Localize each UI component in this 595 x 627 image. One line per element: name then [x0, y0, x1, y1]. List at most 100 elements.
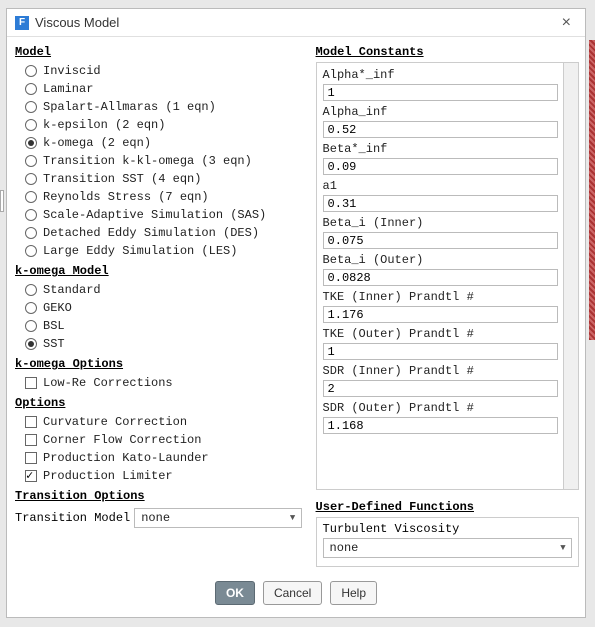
checkbox-icon [25, 470, 37, 482]
model-label: Laminar [43, 82, 93, 96]
model-label: k-omega (2 eqn) [43, 136, 151, 150]
model-label: Reynolds Stress (7 eqn) [43, 190, 209, 204]
model-option[interactable]: Transition k-kl-omega (3 eqn) [15, 152, 302, 170]
komega-model-label: BSL [43, 319, 65, 333]
option-option[interactable]: Production Limiter [15, 467, 302, 485]
constant-label: Alpha_inf [323, 104, 572, 120]
checkbox-icon [25, 434, 37, 446]
help-button[interactable]: Help [330, 581, 377, 605]
model-option[interactable]: Transition SST (4 eqn) [15, 170, 302, 188]
checkbox-icon [25, 416, 37, 428]
komega-model-option[interactable]: BSL [15, 317, 302, 335]
constant-input[interactable]: 1 [323, 343, 558, 360]
komega-model-option[interactable]: SST [15, 335, 302, 353]
model-label: Scale-Adaptive Simulation (SAS) [43, 208, 266, 222]
radio-icon [25, 284, 37, 296]
model-label: Spalart-Allmaras (1 eqn) [43, 100, 216, 114]
option-option[interactable]: Corner Flow Correction [15, 431, 302, 449]
constant-label: SDR (Inner) Prandtl # [323, 363, 572, 379]
model-option[interactable]: Reynolds Stress (7 eqn) [15, 188, 302, 206]
option-option[interactable]: Production Kato-Launder [15, 449, 302, 467]
constant-label: Alpha*_inf [323, 67, 572, 83]
transition-model-dropdown[interactable]: none ▼ [134, 508, 301, 528]
titlebar: F Viscous Model × [7, 9, 585, 37]
udf-viscosity-dropdown[interactable]: none ▼ [323, 538, 572, 558]
model-label: Detached Eddy Simulation (DES) [43, 226, 259, 240]
model-option[interactable]: Inviscid [15, 62, 302, 80]
model-option[interactable]: Scale-Adaptive Simulation (SAS) [15, 206, 302, 224]
ok-button[interactable]: OK [215, 581, 255, 605]
model-option[interactable]: Detached Eddy Simulation (DES) [15, 224, 302, 242]
viscous-model-dialog: F Viscous Model × Model Inviscid Laminar S… [6, 8, 586, 618]
radio-icon [25, 302, 37, 314]
komega-option-label: Low-Re Corrections [43, 376, 173, 390]
komega-model-option[interactable]: GEKO [15, 299, 302, 317]
model-option[interactable]: k-epsilon (2 eqn) [15, 116, 302, 134]
constant-label: TKE (Outer) Prandtl # [323, 326, 572, 342]
constant-input[interactable]: 1.168 [323, 417, 558, 434]
chevron-down-icon: ▼ [555, 543, 571, 553]
model-label: Inviscid [43, 64, 101, 78]
constants-panel: Alpha*_inf1Alpha_inf0.52Beta*_inf0.09a10… [316, 62, 579, 490]
radio-icon [25, 320, 37, 332]
model-option[interactable]: k-omega (2 eqn) [15, 134, 302, 152]
constant-input[interactable]: 0.52 [323, 121, 558, 138]
section-udf: User-Defined Functions [316, 500, 579, 514]
constant-input[interactable]: 0.075 [323, 232, 558, 249]
model-label: Large Eddy Simulation (LES) [43, 244, 237, 258]
radio-icon [25, 137, 37, 149]
model-option[interactable]: Spalart-Allmaras (1 eqn) [15, 98, 302, 116]
option-label: Corner Flow Correction [43, 433, 201, 447]
cancel-button[interactable]: Cancel [263, 581, 322, 605]
constant-input[interactable]: 0.09 [323, 158, 558, 175]
radio-icon [25, 209, 37, 221]
model-option[interactable]: Large Eddy Simulation (LES) [15, 242, 302, 260]
constant-input[interactable]: 1.176 [323, 306, 558, 323]
komega-model-label: SST [43, 337, 65, 351]
radio-icon [25, 245, 37, 257]
komega-model-label: Standard [43, 283, 101, 297]
constant-input[interactable]: 0.0828 [323, 269, 558, 286]
option-label: Production Kato-Launder [43, 451, 209, 465]
section-komega-model: k-omega Model [15, 264, 302, 278]
radio-icon [25, 338, 37, 350]
radio-icon [25, 101, 37, 113]
udf-viscosity-label: Turbulent Viscosity [323, 522, 572, 536]
transition-model-label: Transition Model [15, 511, 130, 525]
section-constants: Model Constants [316, 45, 579, 59]
app-icon: F [15, 16, 29, 30]
komega-model-option[interactable]: Standard [15, 281, 302, 299]
radio-icon [25, 227, 37, 239]
constant-label: TKE (Inner) Prandtl # [323, 289, 572, 305]
section-transition: Transition Options [15, 489, 302, 503]
udf-viscosity-value: none [324, 541, 555, 555]
komega-model-label: GEKO [43, 301, 72, 315]
model-option[interactable]: Laminar [15, 80, 302, 98]
close-icon[interactable]: × [556, 12, 577, 34]
model-label: k-epsilon (2 eqn) [43, 118, 165, 132]
model-label: Transition SST (4 eqn) [43, 172, 201, 186]
radio-icon [25, 65, 37, 77]
radio-icon [25, 155, 37, 167]
komega-option-option[interactable]: Low-Re Corrections [15, 374, 302, 392]
constant-label: a1 [323, 178, 572, 194]
transition-model-value: none [135, 511, 284, 525]
radio-icon [25, 173, 37, 185]
constant-label: Beta_i (Outer) [323, 252, 572, 268]
checkbox-icon [25, 452, 37, 464]
constant-input[interactable]: 1 [323, 84, 558, 101]
section-model: Model [15, 45, 302, 59]
constant-label: Beta*_inf [323, 141, 572, 157]
radio-icon [25, 83, 37, 95]
constant-input[interactable]: 0.31 [323, 195, 558, 212]
window-title: Viscous Model [35, 15, 119, 30]
model-label: Transition k-kl-omega (3 eqn) [43, 154, 252, 168]
radio-icon [25, 191, 37, 203]
section-komega-options: k-omega Options [15, 357, 302, 371]
constant-label: SDR (Outer) Prandtl # [323, 400, 572, 416]
option-option[interactable]: Curvature Correction [15, 413, 302, 431]
constant-label: Beta_i (Inner) [323, 215, 572, 231]
checkbox-icon [25, 377, 37, 389]
option-label: Curvature Correction [43, 415, 187, 429]
constant-input[interactable]: 2 [323, 380, 558, 397]
